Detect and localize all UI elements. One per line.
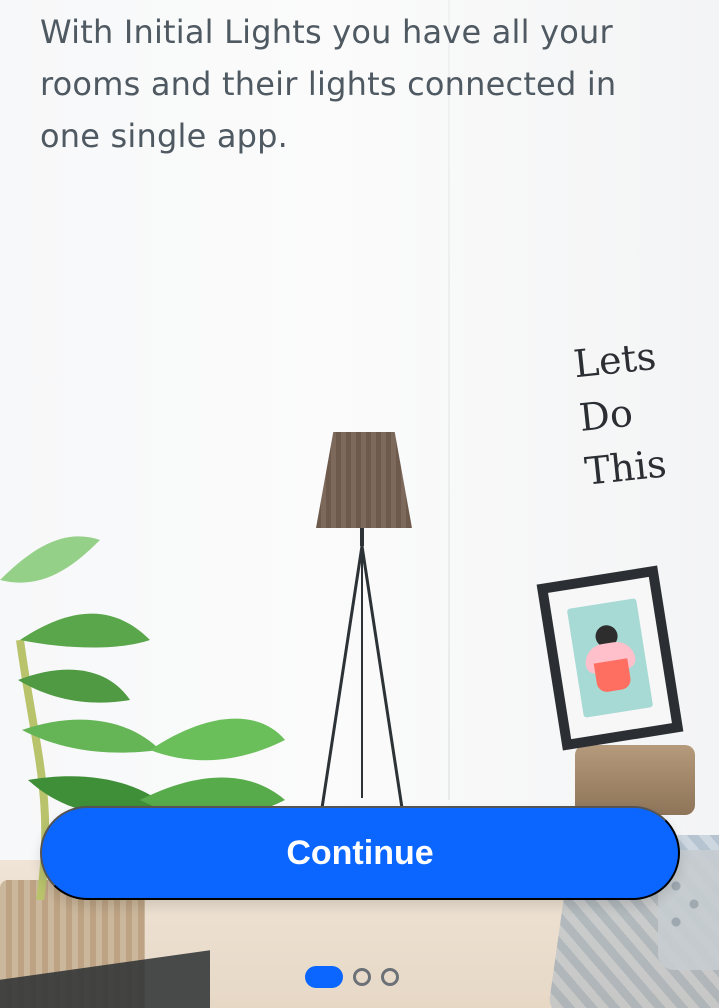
wall-lettering: Lets Do This [571, 323, 719, 516]
intro-text: With Initial Lights you have all your ro… [40, 6, 670, 162]
framed-poster [536, 565, 684, 751]
page-indicator-1[interactable] [305, 966, 343, 988]
cupcake-base [593, 658, 632, 694]
intro-line-3: one single app. [40, 117, 289, 155]
page-indicator-3[interactable] [381, 968, 399, 986]
continue-button[interactable]: Continue [40, 806, 680, 900]
page-indicator-2[interactable] [353, 968, 371, 986]
cupcake-art [566, 598, 654, 718]
wooden-stool [575, 745, 695, 815]
poster-inner [548, 576, 672, 740]
intro-line-2: rooms and their lights connected in [40, 65, 617, 103]
pagination-dots [305, 962, 399, 992]
floor-lamp-legs [312, 528, 412, 809]
intro-line-1: With Initial Lights you have all your [40, 13, 613, 51]
floor-lamp-shade [316, 432, 412, 528]
